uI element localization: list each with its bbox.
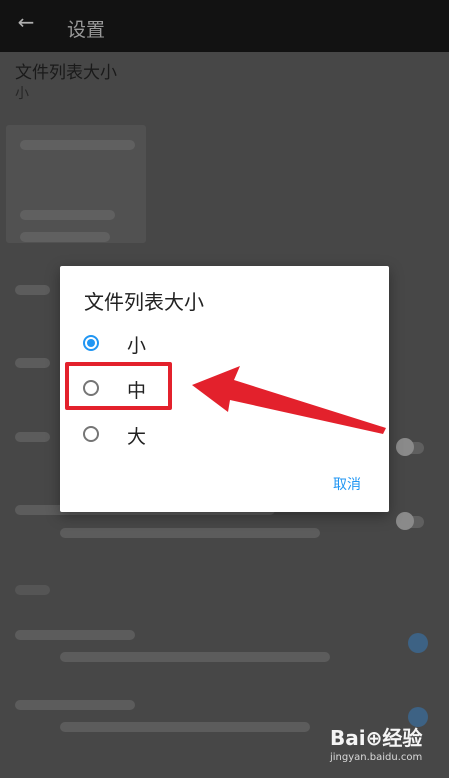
blurred-setting-text: [20, 140, 135, 150]
toggle-switch[interactable]: [396, 438, 424, 456]
watermark-url: jingyan.baidu.com: [330, 752, 423, 763]
toggle-switch[interactable]: [396, 512, 424, 530]
blurred-setting-text: [60, 528, 320, 538]
option-label: 大: [127, 426, 147, 448]
arrow-left-icon[interactable]: ←: [14, 10, 38, 34]
blurred-setting-text: [15, 285, 50, 295]
app-toolbar: ← 设置: [0, 0, 449, 52]
annotation-arrow-icon: [192, 366, 386, 434]
blurred-setting-text: [60, 652, 330, 662]
blurred-section-header: [15, 585, 50, 595]
blurred-setting-text: [60, 722, 310, 732]
blurred-setting-text: [15, 358, 50, 368]
pref-file-list-size-title[interactable]: 文件列表大小: [15, 58, 117, 83]
toggle-switch[interactable]: [408, 633, 428, 653]
watermark-logo: Bai⊕经验: [330, 726, 423, 750]
blurred-setting-text: [20, 232, 110, 242]
dialog-title: 文件列表大小: [84, 290, 204, 314]
option-small[interactable]: 小: [60, 325, 389, 367]
toolbar-title: 设置: [67, 19, 106, 41]
baidu-jingyan-watermark: Bai⊕经验 jingyan.baidu.com: [330, 722, 423, 763]
cancel-button[interactable]: 取消: [333, 474, 361, 494]
pref-file-list-size-value: 小: [15, 86, 29, 102]
radio-button-checked[interactable]: [83, 335, 99, 351]
option-label: 小: [127, 335, 147, 357]
blurred-setting-text: [15, 432, 50, 442]
radio-button[interactable]: [83, 426, 99, 442]
blurred-setting-text: [15, 630, 135, 640]
blurred-setting-text: [20, 210, 115, 220]
blurred-setting-text: [15, 700, 135, 710]
annotation-highlight-box: [65, 362, 172, 410]
